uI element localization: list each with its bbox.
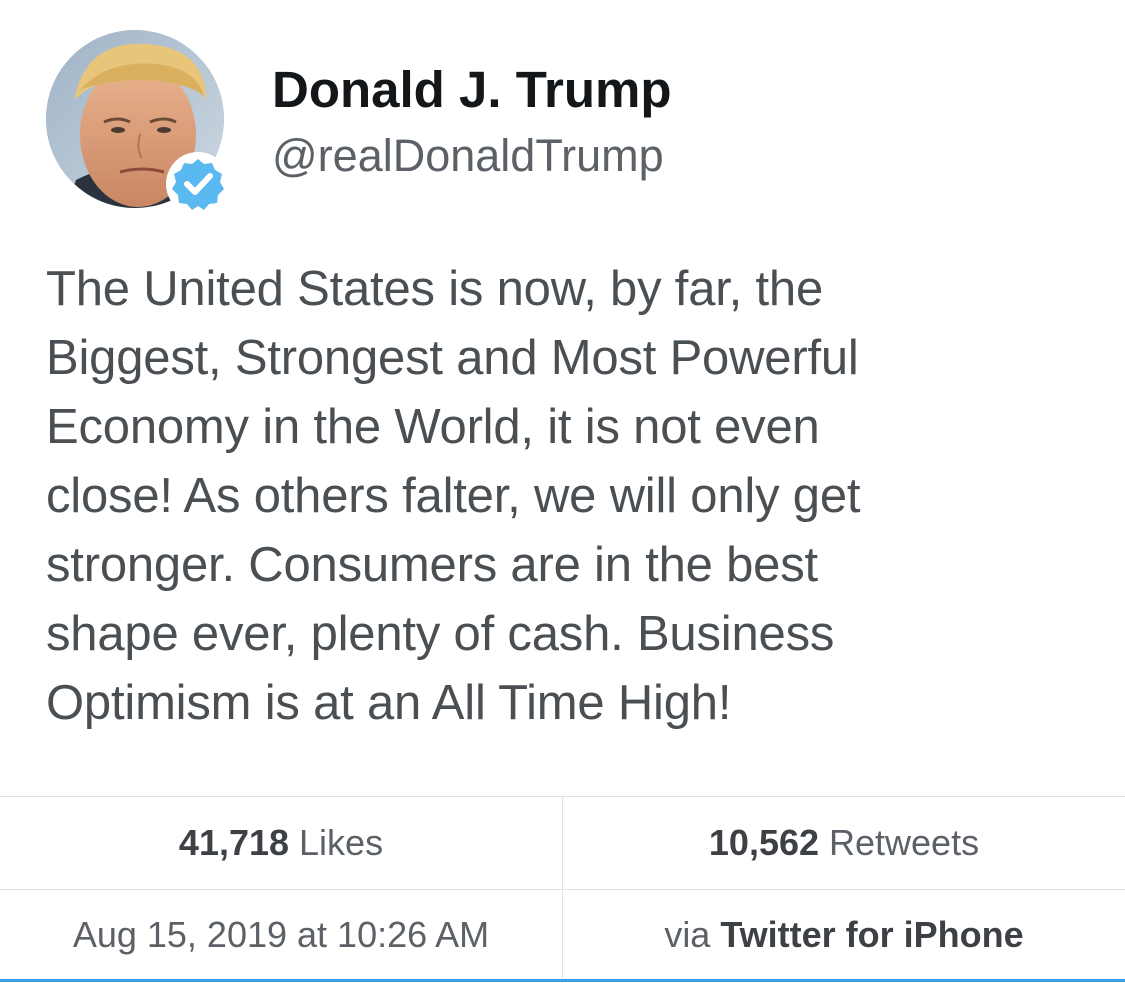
likes-label: Likes <box>299 822 384 863</box>
avatar[interactable] <box>46 30 230 216</box>
tweet-stats: 41,718 Likes 10,562 Retweets Aug 15, 2019 … <box>0 796 1125 983</box>
via-label: via <box>664 914 711 955</box>
tweet-source[interactable]: via Twitter for iPhone <box>563 890 1125 980</box>
tweet-text-line: close! As others falter, we will only ge… <box>46 469 861 523</box>
tweet-text: The United States is now, by far, the Bi… <box>46 255 1106 738</box>
display-name[interactable]: Donald J. Trump <box>272 60 672 120</box>
source-app: Twitter for iPhone <box>720 914 1024 955</box>
likes-count: 41,718 <box>178 822 290 863</box>
timestamp-text: Aug 15, 2019 at 10:26 AM <box>72 914 490 955</box>
tweet-text-line: Economy in the World, it is not even <box>46 400 820 454</box>
verified-badge-icon <box>166 152 230 216</box>
tweet-header: Donald J. Trump @realDonaldTrump <box>46 30 1086 220</box>
engagement-row: 41,718 Likes 10,562 Retweets <box>0 797 1125 889</box>
likes-stat[interactable]: 41,718 Likes <box>0 797 562 889</box>
retweets-count: 10,562 <box>708 822 820 863</box>
tweet-text-line: shape ever, plenty of cash. Business <box>46 607 835 661</box>
timestamp: Aug 15, 2019 at 10:26 AM <box>0 890 562 980</box>
retweets-stat[interactable]: 10,562 Retweets <box>563 797 1125 889</box>
tweet-text-line: stronger. Consumers are in the best <box>46 538 818 592</box>
meta-row: Aug 15, 2019 at 10:26 AM via Twitter for … <box>0 889 1125 980</box>
user-handle[interactable]: @realDonaldTrump <box>272 128 664 184</box>
tweet-text-line: Biggest, Strongest and Most Powerful <box>46 331 859 385</box>
tweet-text-line: Optimism is at an All Time High! <box>46 676 732 730</box>
retweets-label: Retweets <box>829 822 980 863</box>
tweet-text-line: The United States is now, by far, the <box>46 262 824 316</box>
